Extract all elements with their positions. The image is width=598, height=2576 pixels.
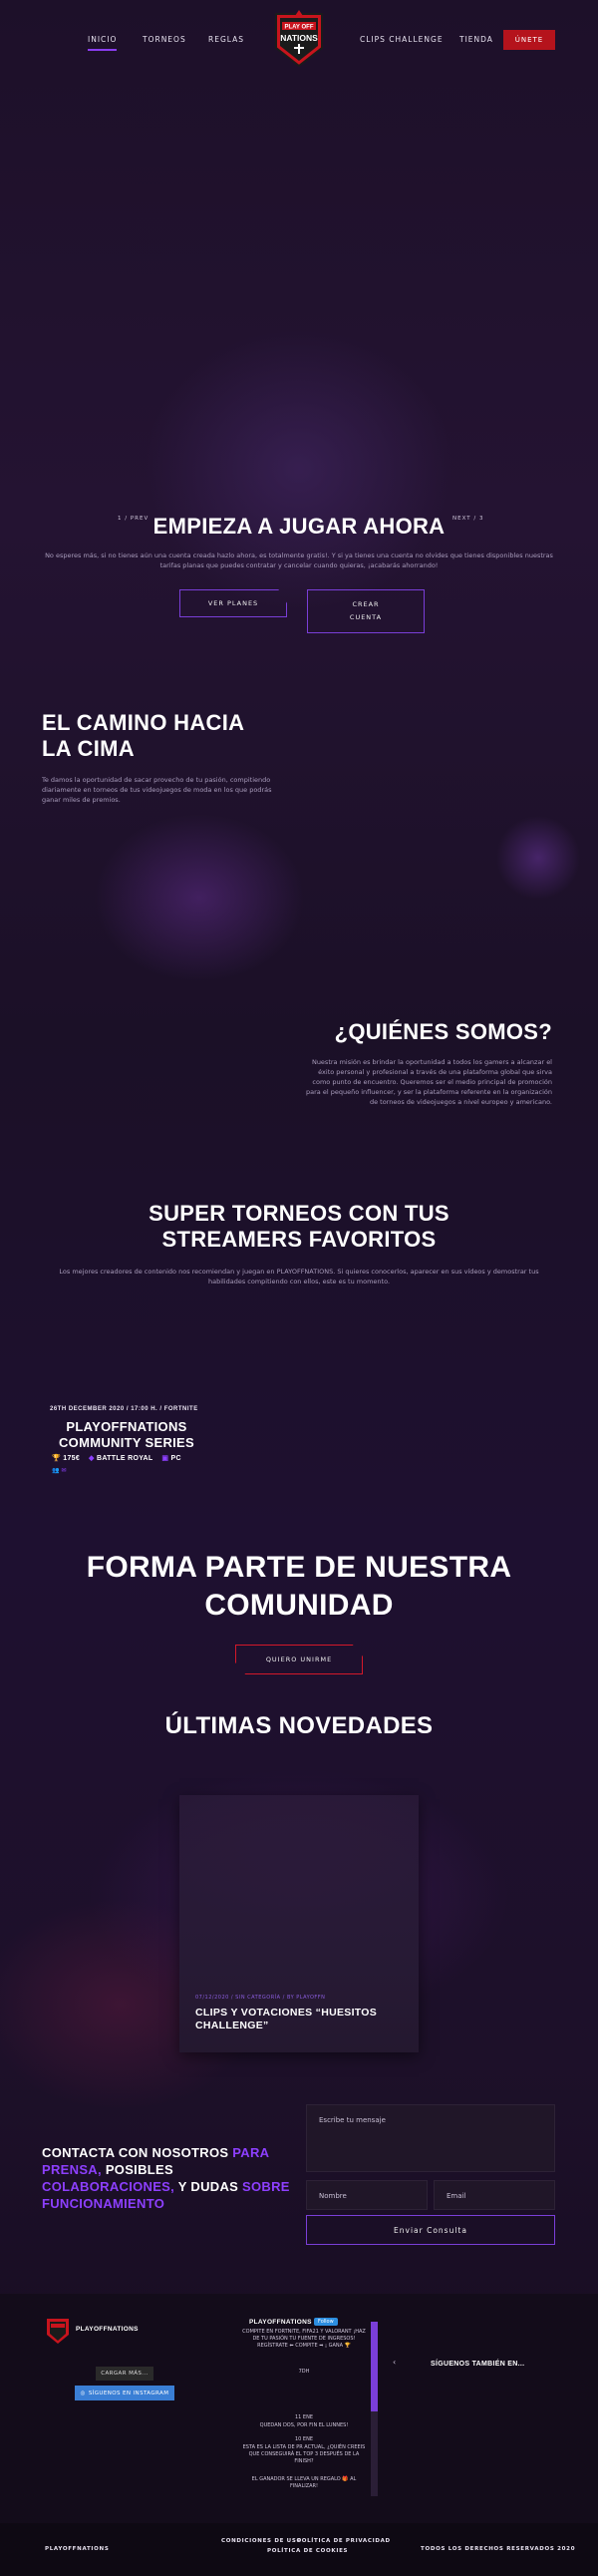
hero-title: EMPIEZA A JUGAR AHORA bbox=[152, 514, 446, 539]
twitter-feed[interactable]: PLAYOFFNATIONS Follow COMPITE EN FORTNIT… bbox=[239, 2318, 379, 2498]
tournament-mode: BATTLE ROYAL bbox=[96, 1455, 153, 1462]
tweet-2: QUEDAN DOS, POR FIN EL LUNNES! bbox=[259, 2422, 349, 2428]
news-title: ÚLTIMAS NOVEDADES bbox=[164, 1712, 434, 1739]
tournament-platform: PC bbox=[170, 1455, 181, 1462]
footer-brand: PLAYOFFNATIONS bbox=[76, 2326, 139, 2333]
instagram-label: SÍGUENOS EN INSTAGRAM bbox=[88, 2390, 169, 2396]
message-textarea[interactable]: Escribe tu mensaje bbox=[306, 2104, 555, 2172]
instagram-icon: ◎ bbox=[80, 2390, 86, 2396]
streamers-title: SUPER TORNEOS CON TUS STREAMERS FAVORITO… bbox=[149, 1201, 449, 1252]
logo-main-text: NATIONS bbox=[280, 33, 318, 43]
contact-title-1: CONTACTA CON NOSOTROS bbox=[42, 2145, 229, 2160]
footer-logo bbox=[47, 2319, 69, 2344]
camino-title: EL CAMINO HACIA LA CIMA bbox=[42, 710, 244, 761]
twitter-name: PLAYOFFNATIONS bbox=[249, 2319, 312, 2326]
terms-link[interactable]: CONDICIONES DE USO bbox=[221, 2538, 302, 2544]
tweet-3: ESTA ES LA LISTA DE PR ACTUAL, ¿QUIÉN CR… bbox=[242, 2444, 366, 2464]
hero-text: No esperes más, si no tienes aún una cue… bbox=[45, 552, 553, 569]
load-more-button[interactable]: CARGAR MÁS... bbox=[96, 2367, 153, 2381]
bottom-brand: PLAYOFFNATIONS bbox=[45, 2546, 110, 2552]
join-community-button[interactable]: QUIERO UNIRME bbox=[235, 1645, 363, 1674]
twitter-scrollbar[interactable] bbox=[371, 2322, 378, 2496]
create-account-button[interactable]: CREAR CUENTA bbox=[307, 589, 425, 633]
cookies-link[interactable]: POLÍTICA DE COOKIES bbox=[267, 2548, 348, 2554]
news-card-title[interactable]: CLIPS Y VOTACIONES “HUESITOS CHALLENGE” bbox=[195, 2007, 395, 2032]
contact-title: CONTACTA CON NOSOTROS PARA PRENSA, POSIB… bbox=[42, 2144, 291, 2212]
trophy-icon: 🏆 bbox=[52, 1455, 62, 1462]
send-button[interactable]: Enviar Consulta bbox=[306, 2215, 555, 2245]
news-card[interactable]: 07/12/2020 / SIN CATEGORÍA / BY PLAYOFFN… bbox=[179, 1795, 419, 2052]
mode-icon: ◆ bbox=[89, 1455, 95, 1462]
logo-top-text: PLAY OFF bbox=[284, 25, 313, 31]
tournament-meta: 26TH DECEMBER 2020 / 17:00 H. / FORTNITE bbox=[50, 1406, 198, 1412]
contact-title-6: Y DUDAS bbox=[177, 2179, 239, 2194]
tweet-2-date: 11 ENE bbox=[294, 2414, 313, 2420]
community-title: FORMA PARTE DE NUESTRA COMUNIDAD bbox=[86, 1551, 512, 1622]
tournament-info: 🏆 175€ ◆ BATTLE ROYAL ▣ PC bbox=[52, 1454, 181, 1462]
platform-icon: ▣ bbox=[161, 1455, 169, 1462]
rights-text: TODOS LOS DERECHOS RESERVADOS 2020 bbox=[421, 2546, 576, 2552]
privacy-link[interactable]: POLÍTICA DE PRIVACIDAD bbox=[297, 2538, 391, 2544]
follow-also-label: SÍGUENOS TAMBIÉN EN... bbox=[431, 2361, 525, 2368]
tweet-1: COMPITE EN FORTNITE, FIFA21 Y VALORANT ¡… bbox=[242, 2329, 366, 2349]
streamers-text: Los mejores creadores de contenido nos r… bbox=[59, 1268, 539, 1286]
join-button[interactable]: ÚNETE bbox=[503, 30, 555, 50]
players-icon: 👥 ✉ bbox=[52, 1467, 67, 1474]
nav-tienda[interactable]: TIENDA bbox=[459, 35, 493, 44]
quienes-text: Nuestra misión es brindar la oportunidad… bbox=[306, 1058, 552, 1106]
camino-text: Te damos la oportunidad de sacar provech… bbox=[42, 776, 272, 804]
email-input[interactable]: Email bbox=[434, 2180, 555, 2210]
instagram-button[interactable]: ◎ SÍGUENOS EN INSTAGRAM bbox=[75, 2386, 174, 2400]
news-card-meta: 07/12/2020 / SIN CATEGORÍA / BY PLAYOFFN bbox=[195, 1995, 326, 2001]
tournament-title[interactable]: PLAYOFFNATIONS COMMUNITY SERIES bbox=[52, 1419, 201, 1451]
tweet-3-date: 10 ENE bbox=[294, 2436, 313, 2442]
contact-title-3: PRENSA, bbox=[42, 2162, 102, 2177]
nav-inicio[interactable]: INICIO bbox=[88, 35, 118, 51]
name-input[interactable]: Nombre bbox=[306, 2180, 428, 2210]
contact-title-4: POSIBLES bbox=[105, 2162, 173, 2177]
tweet-1-date: 7DH bbox=[298, 2369, 310, 2375]
see-plans-button[interactable]: VER PLANES bbox=[179, 589, 287, 617]
tournament-prize: 175€ bbox=[63, 1455, 81, 1462]
quienes-title: ¿QUIÉNES SOMOS? bbox=[334, 1019, 552, 1044]
nav-reglas[interactable]: REGLAS bbox=[208, 35, 244, 44]
twitter-follow-button[interactable]: Follow bbox=[314, 2318, 338, 2326]
nav-torneos[interactable]: TORNEOS bbox=[143, 35, 186, 44]
playoffnations-logo[interactable]: PLAY OFF NATIONS bbox=[272, 8, 326, 70]
contact-title-2: PARA bbox=[232, 2145, 269, 2160]
chevron-left-icon[interactable]: ‹ bbox=[393, 2358, 396, 2367]
contact-title-5: COLABORACIONES, bbox=[42, 2179, 175, 2194]
nav-clips-challenge[interactable]: CLIPS CHALLENGE bbox=[360, 35, 444, 44]
tweet-4: EL GANADOR SE LLEVA UN REGALO 🎁 AL FINAL… bbox=[251, 2476, 357, 2489]
